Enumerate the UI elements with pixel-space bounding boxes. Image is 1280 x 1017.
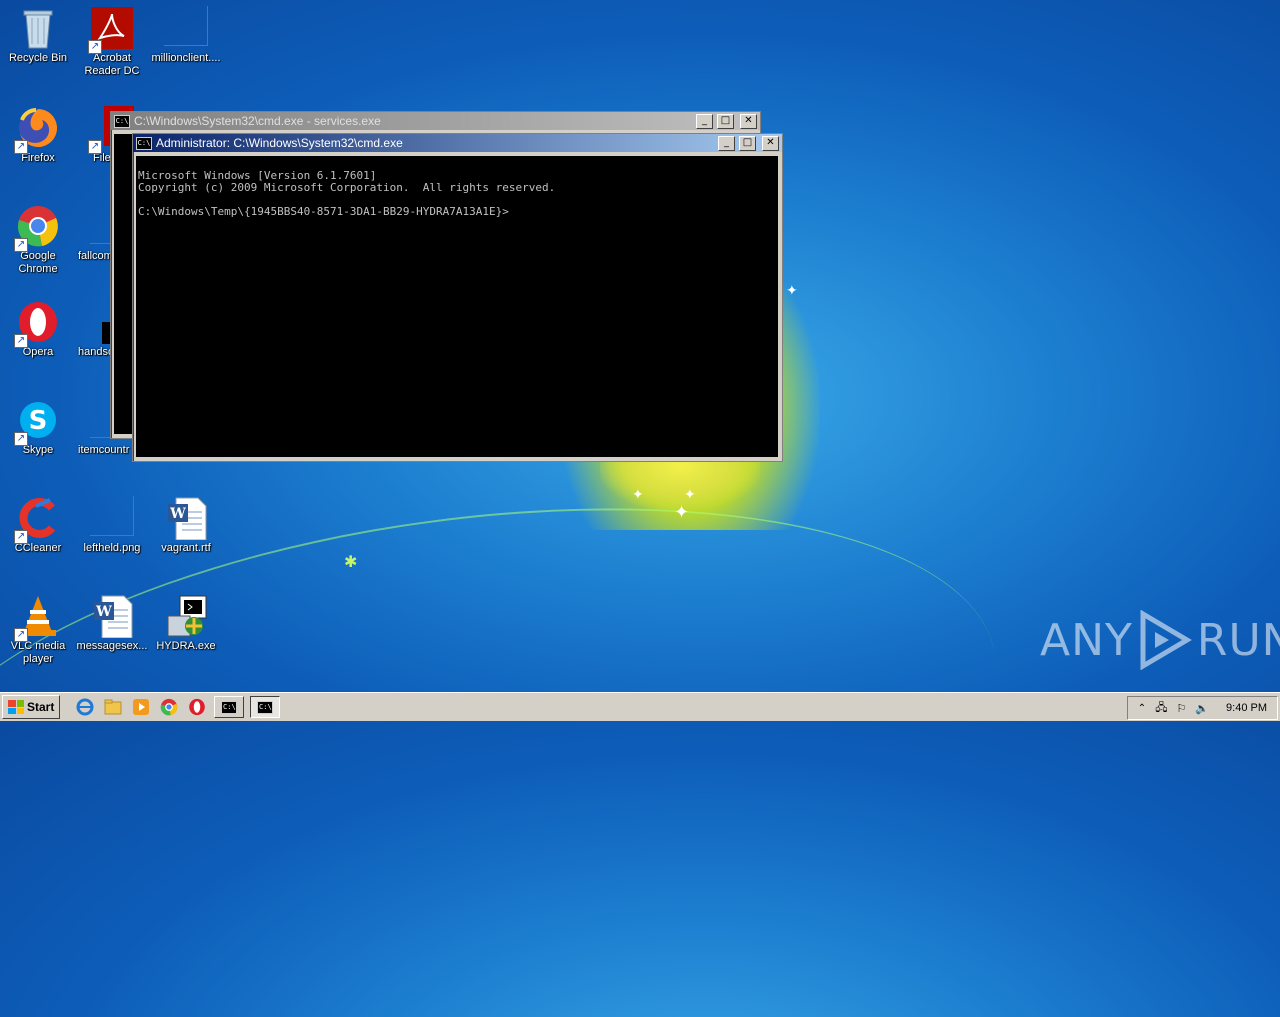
svg-text:S: S	[29, 406, 48, 436]
show-hidden-icons-button[interactable]: ⌃	[1138, 703, 1146, 714]
network-icon[interactable]: 🖧	[1155, 699, 1167, 718]
desktop-icon-label: Recycle Bin	[8, 52, 68, 64]
start-label: Start	[27, 700, 55, 714]
anyrun-watermark: ANY RUN	[1040, 610, 1280, 670]
desktop-icon-label: messagesex...	[76, 640, 148, 652]
sparkle-icon: ✱	[344, 554, 358, 571]
cmd-icon: C:\	[257, 700, 274, 714]
shortcut-arrow-icon: ↗	[14, 628, 28, 642]
image-file-icon	[90, 496, 134, 536]
window-title: Administrator: C:\Windows\System32\cmd.e…	[156, 136, 403, 150]
desktop-icon-vlc[interactable]: ↗ VLC media player	[0, 594, 76, 666]
play-triangle-icon	[1140, 610, 1192, 670]
taskbar-cmd-administrator[interactable]: C:\	[250, 696, 281, 718]
shortcut-arrow-icon: ↗	[88, 40, 102, 54]
sparkle-icon: ✦	[632, 486, 644, 502]
desktop-icon-opera[interactable]: ↗ Opera	[0, 300, 76, 359]
close-button[interactable]: ✕	[762, 135, 779, 151]
desktop-icon-acrobat[interactable]: ↗ Acrobat Reader DC	[74, 6, 150, 78]
media-player-icon[interactable]	[130, 696, 152, 718]
window-title: C:\Windows\System32\cmd.exe - services.e…	[134, 114, 381, 128]
maximize-button[interactable]: □	[717, 113, 734, 129]
chrome-taskbar-icon[interactable]	[158, 696, 180, 718]
watermark-text-right: RUN	[1196, 614, 1280, 666]
volume-icon[interactable]: 🔈	[1195, 702, 1209, 715]
desktop-icon-chrome[interactable]: ↗ Google Chrome	[0, 204, 76, 276]
windows-logo-icon	[8, 700, 24, 714]
opera-taskbar-icon[interactable]	[186, 696, 208, 718]
desktop-icon-label: Firefox	[21, 152, 55, 164]
chrome-icon: ↗	[14, 204, 60, 252]
desktop-icon-recycle-bin[interactable]: Recycle Bin	[0, 6, 76, 65]
desktop-icon-label: millionclient....	[151, 52, 221, 64]
vlc-cone-icon: ↗	[14, 594, 60, 642]
desktop-icon-millionclient[interactable]: millionclient....	[148, 6, 224, 65]
window-titlebar[interactable]: C:\ Administrator: C:\Windows\System32\c…	[133, 134, 782, 152]
console-prompt[interactable]: C:\Windows\Temp\{1945BBS40-8571-3DA1-BB2…	[138, 206, 776, 218]
console-area[interactable]: Microsoft Windows [Version 6.1.7601] Copy…	[136, 156, 778, 457]
desktop-icon-skype[interactable]: S ↗ Skype	[0, 398, 76, 457]
desktop-icon-label: Acrobat Reader DC	[84, 52, 140, 77]
desktop-icon-firefox[interactable]: ↗ Firefox	[0, 106, 76, 165]
cmd-window-administrator[interactable]: C:\ Administrator: C:\Windows\System32\c…	[132, 133, 783, 462]
desktop-icon-hydra-exe[interactable]: HYDRA.exe	[148, 594, 224, 653]
shortcut-arrow-icon: ↗	[14, 432, 28, 446]
maximize-button[interactable]: □	[739, 135, 756, 151]
action-center-flag-icon[interactable]: ⚐	[1176, 702, 1186, 715]
svg-text:W: W	[169, 506, 186, 522]
close-button[interactable]: ✕	[740, 113, 757, 129]
sparkle-icon: ✦	[674, 502, 690, 522]
acrobat-icon: ↗	[88, 6, 134, 54]
svg-text:W: W	[95, 604, 112, 620]
sparkle-icon: ✦	[684, 486, 696, 502]
desktop-icon-label: Skype	[22, 444, 54, 456]
shortcut-arrow-icon: ↗	[88, 140, 102, 154]
console-line: Copyright (c) 2009 Microsoft Corporation…	[138, 181, 556, 194]
minimize-button[interactable]: _	[718, 135, 735, 151]
file-icon	[164, 6, 208, 46]
file-explorer-icon[interactable]	[102, 696, 124, 718]
firefox-icon: ↗	[14, 106, 60, 154]
desktop-icon-vagrant-rtf[interactable]: W vagrant.rtf	[148, 496, 224, 555]
minimize-button[interactable]: _	[696, 113, 713, 129]
desktop-icon-ccleaner[interactable]: ↗ CCleaner	[0, 496, 76, 555]
desktop-icon-label: VLC media player	[10, 640, 66, 665]
taskbar: Start C:\ C:\ ⌃ 🖧 ⚐ 🔈 9:40 PM	[0, 692, 1280, 721]
shortcut-arrow-icon: ↗	[14, 530, 28, 544]
shortcut-arrow-icon: ↗	[14, 238, 28, 252]
system-tray: ⌃ 🖧 ⚐ 🔈 9:40 PM	[1126, 696, 1278, 720]
desktop-icon-messagesex[interactable]: W messagesex...	[74, 594, 150, 653]
desktop-icon-label: leftheld.png	[83, 542, 141, 554]
sparkle-icon: ✦	[786, 282, 798, 298]
system-clock[interactable]: 9:40 PM	[1226, 702, 1267, 714]
taskbar-cmd-services[interactable]: C:\	[214, 696, 245, 718]
recycle-bin-icon	[16, 6, 60, 50]
desktop-icon-label: vagrant.rtf	[161, 542, 211, 554]
skype-icon: S ↗	[14, 398, 60, 446]
watermark-text-left: ANY	[1040, 614, 1133, 666]
desktop-icon-label: Google Chrome	[18, 250, 58, 275]
desktop-icon-label: HYDRA.exe	[156, 640, 216, 652]
start-button[interactable]: Start	[2, 695, 61, 719]
shortcut-arrow-icon: ↗	[14, 334, 28, 348]
console-area[interactable]	[114, 134, 134, 434]
word-document-icon: W	[90, 594, 134, 639]
cmd-icon: C:\	[136, 136, 152, 150]
hydra-exe-icon	[164, 594, 208, 638]
cmd-icon: C:\	[114, 114, 130, 128]
desktop-icon-label: CCleaner	[14, 542, 62, 554]
cmd-icon: C:\	[221, 700, 238, 714]
desktop-icon-label: Opera	[22, 346, 54, 358]
ccleaner-icon: ↗	[14, 496, 60, 544]
desktop-icon-leftheld[interactable]: leftheld.png	[74, 496, 150, 555]
opera-icon: ↗	[14, 300, 60, 348]
window-titlebar[interactable]: C:\ C:\Windows\System32\cmd.exe - servic…	[111, 112, 760, 130]
word-document-icon: W	[164, 496, 208, 541]
internet-explorer-icon[interactable]	[74, 696, 96, 718]
shortcut-arrow-icon: ↗	[14, 140, 28, 154]
